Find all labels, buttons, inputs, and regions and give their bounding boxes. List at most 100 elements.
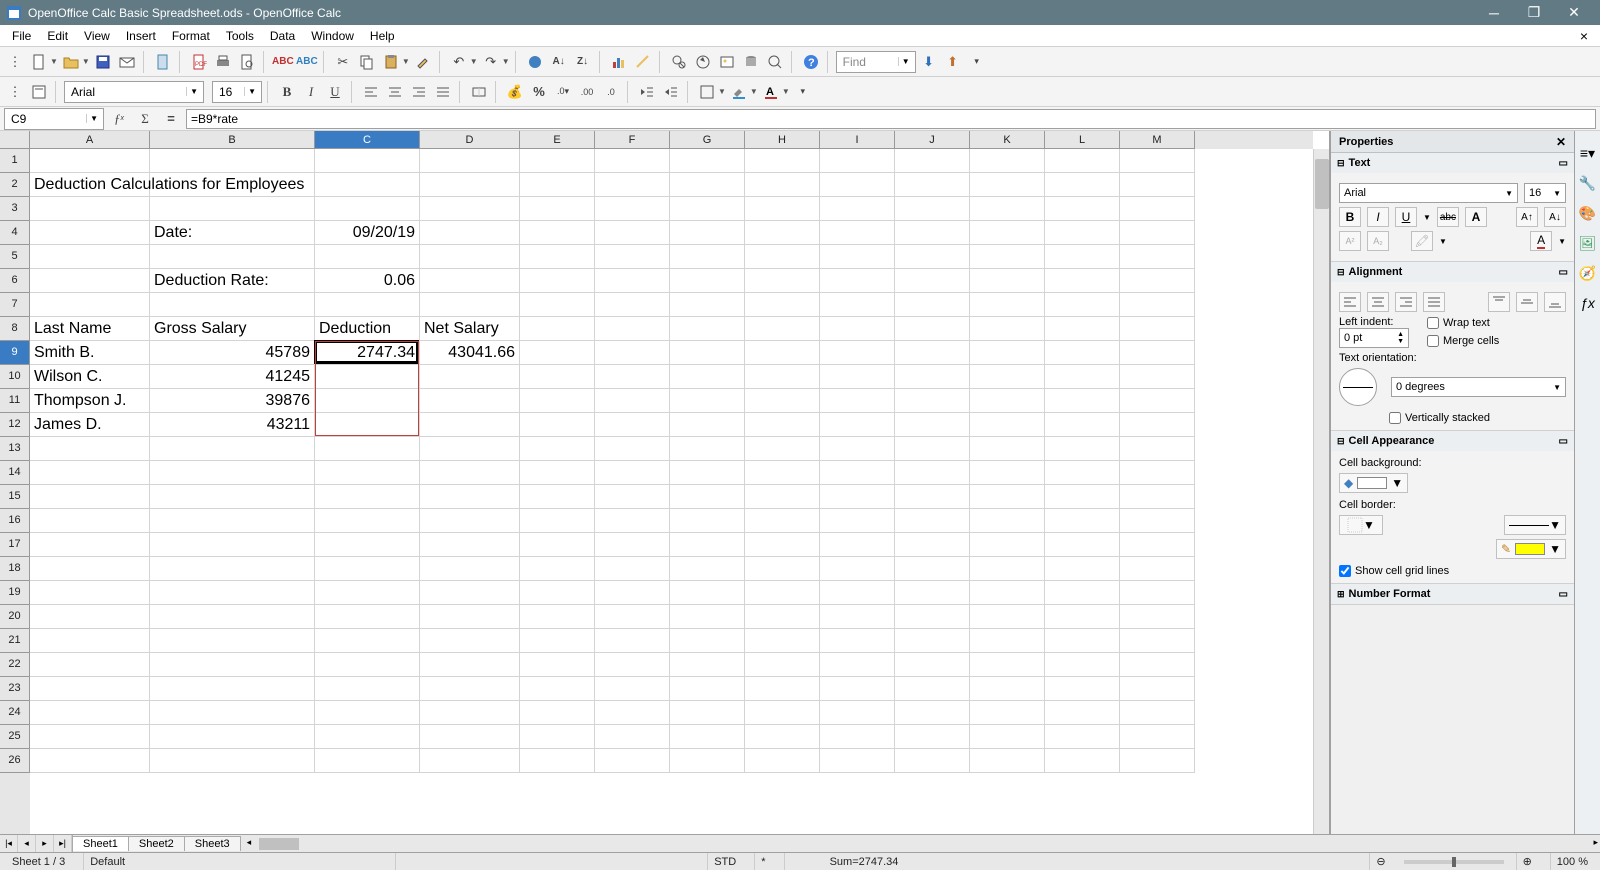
menu-tools[interactable]: Tools <box>218 27 262 45</box>
cell-F11[interactable] <box>595 389 670 413</box>
cell-K9[interactable] <box>970 341 1045 365</box>
font-color-button[interactable]: A <box>760 81 782 103</box>
cell-I8[interactable] <box>820 317 895 341</box>
save-button[interactable] <box>92 51 114 73</box>
sidebar-size-combo[interactable]: 16▼ <box>1524 183 1566 203</box>
wrap-text-checkbox[interactable]: Wrap text <box>1427 317 1566 329</box>
cell-A26[interactable] <box>30 749 150 773</box>
cell-B7[interactable] <box>150 293 315 317</box>
sidebar-align-left[interactable] <box>1339 292 1361 312</box>
cell-C21[interactable] <box>315 629 420 653</box>
row-header-26[interactable]: 26 <box>0 749 30 773</box>
cell-H26[interactable] <box>745 749 820 773</box>
spreadsheet-grid[interactable]: ABCDEFGHIJKLM 12345678910111213141516171… <box>0 131 1329 834</box>
cell-A8[interactable]: Last Name <box>30 317 150 341</box>
cell-L8[interactable] <box>1045 317 1120 341</box>
cell-E26[interactable] <box>520 749 595 773</box>
cell-F5[interactable] <box>595 245 670 269</box>
cell-B5[interactable] <box>150 245 315 269</box>
sidebar-strike-button[interactable]: abc <box>1437 207 1459 227</box>
cell-H7[interactable] <box>745 293 820 317</box>
cell-A1[interactable] <box>30 149 150 173</box>
cell-A11[interactable]: Thompson J. <box>30 389 150 413</box>
sidebar-align-justify[interactable] <box>1423 292 1445 312</box>
cell-J19[interactable] <box>895 581 970 605</box>
cell-H3[interactable] <box>745 197 820 221</box>
cell-G1[interactable] <box>670 149 745 173</box>
cell-L22[interactable] <box>1045 653 1120 677</box>
cell-C23[interactable] <box>315 677 420 701</box>
cell-K23[interactable] <box>970 677 1045 701</box>
cell-H6[interactable] <box>745 269 820 293</box>
maximize-button[interactable]: ❐ <box>1514 0 1554 25</box>
sidebar-font-combo[interactable]: Arial▼ <box>1339 183 1518 203</box>
row-header-21[interactable]: 21 <box>0 629 30 653</box>
cell-B8[interactable]: Gross Salary <box>150 317 315 341</box>
cell-K14[interactable] <box>970 461 1045 485</box>
cell-J17[interactable] <box>895 533 970 557</box>
menu-help[interactable]: Help <box>362 27 403 45</box>
cell-J15[interactable] <box>895 485 970 509</box>
cell-A19[interactable] <box>30 581 150 605</box>
cell-L9[interactable] <box>1045 341 1120 365</box>
cell-M1[interactable] <box>1120 149 1195 173</box>
document-close-button[interactable]: × <box>1572 28 1596 44</box>
col-header-H[interactable]: H <box>745 131 820 149</box>
cell-B2[interactable] <box>150 173 315 197</box>
cell-I14[interactable] <box>820 461 895 485</box>
formula-input[interactable] <box>186 109 1596 129</box>
cell-A16[interactable] <box>30 509 150 533</box>
cell-I9[interactable] <box>820 341 895 365</box>
cell-K19[interactable] <box>970 581 1045 605</box>
cell-A14[interactable] <box>30 461 150 485</box>
cell-F1[interactable] <box>595 149 670 173</box>
cell-D25[interactable] <box>420 725 520 749</box>
cell-C14[interactable] <box>315 461 420 485</box>
cell-D20[interactable] <box>420 605 520 629</box>
cell-J9[interactable] <box>895 341 970 365</box>
cell-K7[interactable] <box>970 293 1045 317</box>
cell-I19[interactable] <box>820 581 895 605</box>
cell-B18[interactable] <box>150 557 315 581</box>
cell-A17[interactable] <box>30 533 150 557</box>
row-header-11[interactable]: 11 <box>0 389 30 413</box>
cell-H14[interactable] <box>745 461 820 485</box>
align-justify-button[interactable] <box>432 81 454 103</box>
cell-C16[interactable] <box>315 509 420 533</box>
cell-C6[interactable]: 0.06 <box>315 269 420 293</box>
align-right-button[interactable] <box>408 81 430 103</box>
cell-F10[interactable] <box>595 365 670 389</box>
cell-M24[interactable] <box>1120 701 1195 725</box>
cell-A21[interactable] <box>30 629 150 653</box>
cell-L13[interactable] <box>1045 437 1120 461</box>
cell-D11[interactable] <box>420 389 520 413</box>
cell-J11[interactable] <box>895 389 970 413</box>
cell-E21[interactable] <box>520 629 595 653</box>
cell-J4[interactable] <box>895 221 970 245</box>
new-doc-button[interactable] <box>28 51 50 73</box>
copy-button[interactable] <box>356 51 378 73</box>
cell-I16[interactable] <box>820 509 895 533</box>
sidebar-functions-icon[interactable]: ƒx <box>1578 293 1598 313</box>
paste-button[interactable] <box>380 51 402 73</box>
sidebar-align-middle[interactable] <box>1516 292 1538 312</box>
cell-E19[interactable] <box>520 581 595 605</box>
cell-K22[interactable] <box>970 653 1045 677</box>
cell-E9[interactable] <box>520 341 595 365</box>
cell-C22[interactable] <box>315 653 420 677</box>
cell-E23[interactable] <box>520 677 595 701</box>
sidebar-align-center[interactable] <box>1367 292 1389 312</box>
status-mode[interactable]: STD <box>707 853 742 870</box>
cell-M11[interactable] <box>1120 389 1195 413</box>
col-header-L[interactable]: L <box>1045 131 1120 149</box>
cell-I15[interactable] <box>820 485 895 509</box>
cell-M7[interactable] <box>1120 293 1195 317</box>
edit-file-button[interactable] <box>152 51 174 73</box>
align-center-button[interactable] <box>384 81 406 103</box>
cell-C20[interactable] <box>315 605 420 629</box>
cell-I12[interactable] <box>820 413 895 437</box>
cell-G13[interactable] <box>670 437 745 461</box>
cell-H8[interactable] <box>745 317 820 341</box>
cell-E15[interactable] <box>520 485 595 509</box>
cell-M22[interactable] <box>1120 653 1195 677</box>
